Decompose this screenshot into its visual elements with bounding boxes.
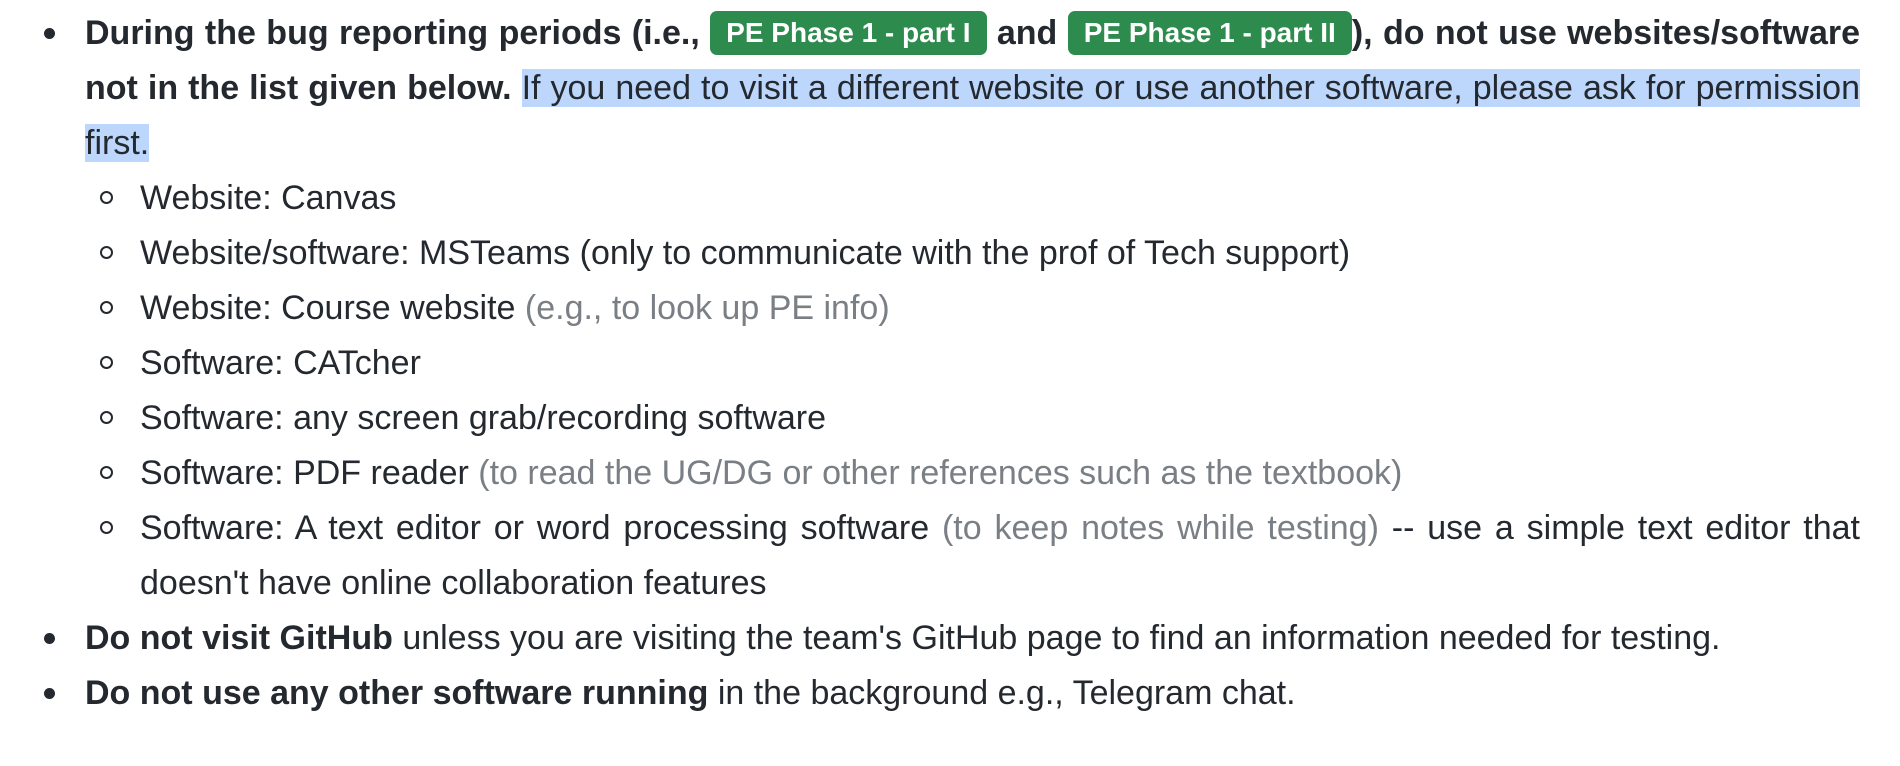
rules-content: During the bug reporting periods (i.e., … xyxy=(0,6,1900,721)
allowed-item-text: Website/software: MSTeams (only to commu… xyxy=(140,234,1351,272)
pe-phase1-part1-badge: PE Phase 1 - part I xyxy=(710,11,987,55)
allowed-item: Software: any screen grab/recording soft… xyxy=(85,391,1860,446)
allowed-list: Website: Canvas Website/software: MSTeam… xyxy=(85,171,1860,611)
rule-item-allowed-software: During the bug reporting periods (i.e., … xyxy=(0,6,1900,611)
allowed-item-note: (to keep notes while testing) xyxy=(941,509,1379,547)
rule-bold-prefix: During the bug reporting periods (i.e., xyxy=(85,14,711,52)
rule-item-github: Do not visit GitHub unless you are visit… xyxy=(0,611,1900,666)
rule-bold: Do not visit GitHub xyxy=(85,619,393,657)
allowed-item: Software: A text editor or word processi… xyxy=(85,501,1860,611)
allowed-item-note: (e.g., to look up PE info) xyxy=(524,289,890,327)
allowed-item-text: Software: A text editor or word processi… xyxy=(140,509,930,547)
allowed-item: Website: Canvas xyxy=(85,171,1860,226)
rules-list: During the bug reporting periods (i.e., … xyxy=(0,6,1900,721)
allowed-item-note: (to read the UG/DG or other references s… xyxy=(478,454,1403,492)
rule-bold-middle: and xyxy=(986,14,1068,52)
rule-text: in the background e.g., Telegram chat. xyxy=(717,674,1296,712)
allowed-item: Website/software: MSTeams (only to commu… xyxy=(85,226,1860,281)
rule-item-background-software: Do not use any other software running in… xyxy=(0,666,1900,721)
rule-bold: Do not use any other software running xyxy=(85,674,709,712)
allowed-item-text: Website: Canvas xyxy=(140,179,397,217)
allowed-item: Website: Course website (e.g., to look u… xyxy=(85,281,1860,336)
allowed-item-text: Software: any screen grab/recording soft… xyxy=(140,399,827,437)
allowed-item: Software: CATcher xyxy=(85,336,1860,391)
allowed-item: Software: PDF reader (to read the UG/DG … xyxy=(85,446,1860,501)
rule-text: unless you are visiting the team's GitHu… xyxy=(402,619,1721,657)
allowed-item-text: Software: PDF reader xyxy=(140,454,469,492)
allowed-item-text: Software: CATcher xyxy=(140,344,421,382)
allowed-item-text: Website: Course website xyxy=(140,289,516,327)
pe-phase1-part2-badge: PE Phase 1 - part II xyxy=(1067,11,1352,55)
